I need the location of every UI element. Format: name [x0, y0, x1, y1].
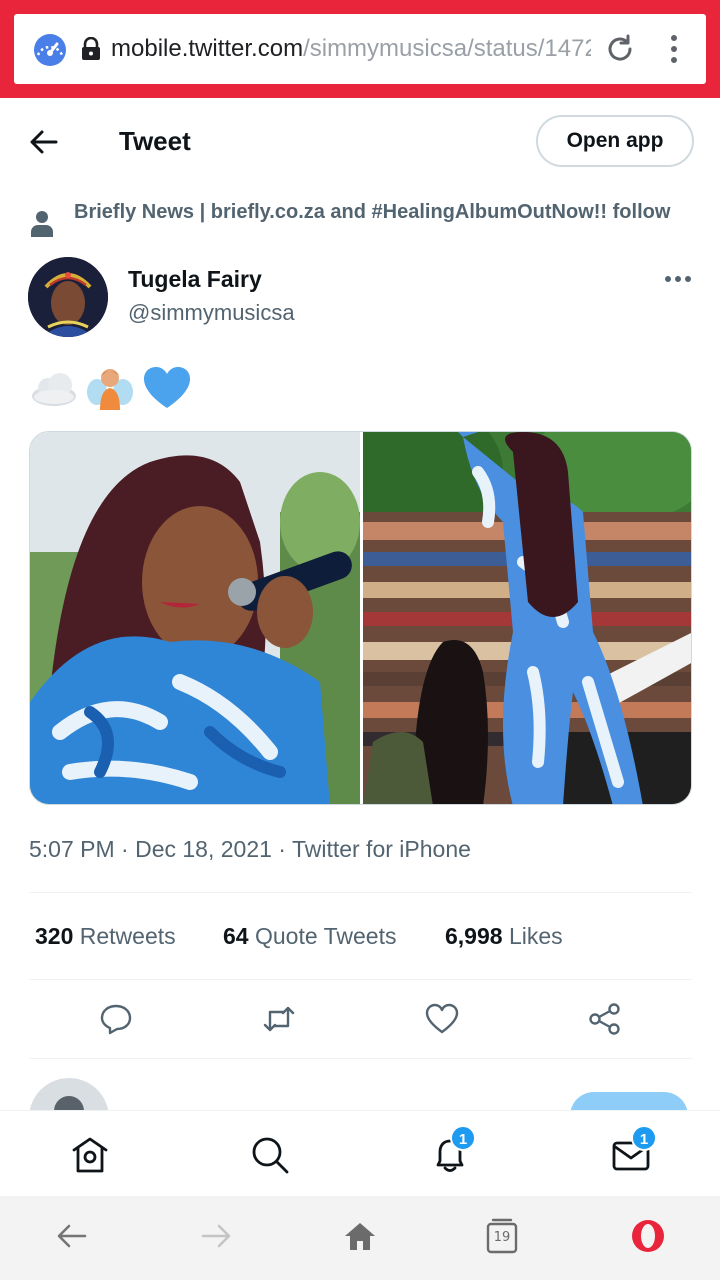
more-vertical-icon[interactable]	[664, 33, 684, 65]
browser-toolbar: mobile.twitter.com/simmymusicsa/status/1…	[0, 0, 720, 98]
notifications-badge: 1	[450, 1125, 476, 1151]
opera-menu-icon[interactable]	[630, 1218, 666, 1254]
divider	[29, 1058, 692, 1059]
tabs-count: 19	[493, 1230, 511, 1245]
quotes-label: Quote Tweets	[254, 923, 397, 949]
browser-bottom-bar: 19	[0, 1196, 720, 1280]
back-arrow-icon[interactable]	[28, 126, 60, 158]
person-icon	[31, 211, 53, 237]
likes-stat[interactable]: 6,998 Likes	[445, 923, 563, 950]
more-horizontal-icon[interactable]	[664, 272, 692, 286]
quotes-stat[interactable]: 64 Quote Tweets	[223, 923, 396, 950]
open-app-button[interactable]: Open app	[536, 115, 694, 167]
reload-icon[interactable]	[604, 33, 636, 65]
likes-count: 6,998	[445, 923, 503, 949]
divider	[29, 892, 692, 893]
retweets-label: Retweets	[79, 923, 176, 949]
tabs-button[interactable]: 19	[486, 1218, 522, 1254]
retweet-icon[interactable]	[262, 1002, 296, 1036]
tweet-header: Tweet Open app	[0, 98, 720, 186]
like-icon[interactable]	[425, 1002, 459, 1036]
author-handle[interactable]: @simmymusicsa	[128, 300, 295, 326]
fairy-icon	[87, 369, 134, 410]
url-domain: mobile.twitter.com	[111, 35, 304, 62]
quotes-count: 64	[223, 923, 249, 949]
page-title: Tweet	[119, 126, 191, 156]
photo-singer-crowd[interactable]	[363, 432, 692, 805]
messages-badge: 1	[631, 1125, 657, 1151]
retweets-count: 320	[35, 923, 74, 949]
avatar[interactable]	[28, 257, 108, 337]
browser-back-icon[interactable]	[54, 1218, 90, 1254]
browser-home-icon[interactable]	[342, 1218, 378, 1254]
social-context[interactable]: Briefly News | briefly.co.za and #Healin…	[74, 199, 684, 225]
likes-label: Likes	[508, 923, 563, 949]
speed-dial-icon[interactable]	[32, 31, 68, 67]
url-path: /simmymusicsa/status/1472	[303, 35, 591, 62]
url-text[interactable]: mobile.twitter.com/simmymusicsa/status/1…	[111, 35, 591, 63]
retweets-stat[interactable]: 320 Retweets	[35, 923, 176, 950]
tweet-timestamp[interactable]: 5:07 PM · Dec 18, 2021 · Twitter for iPh…	[29, 836, 471, 863]
tweet-media[interactable]	[29, 431, 692, 805]
divider	[29, 979, 692, 980]
reply-icon[interactable]	[99, 1002, 133, 1036]
author-name[interactable]: Tugela Fairy	[128, 266, 262, 293]
photo-singer-microphone[interactable]	[30, 432, 360, 805]
cloud-icon	[32, 373, 76, 406]
address-bar[interactable]: mobile.twitter.com/simmymusicsa/status/1…	[14, 14, 706, 84]
blue-heart-icon	[143, 367, 190, 408]
twitter-bottom-nav: 1 1	[0, 1110, 720, 1196]
lock-icon	[82, 37, 100, 60]
share-icon[interactable]	[588, 1002, 622, 1036]
browser-forward-icon[interactable]	[198, 1218, 234, 1254]
search-icon[interactable]	[250, 1135, 290, 1175]
tweet-text	[30, 366, 195, 410]
home-icon[interactable]	[70, 1135, 110, 1175]
